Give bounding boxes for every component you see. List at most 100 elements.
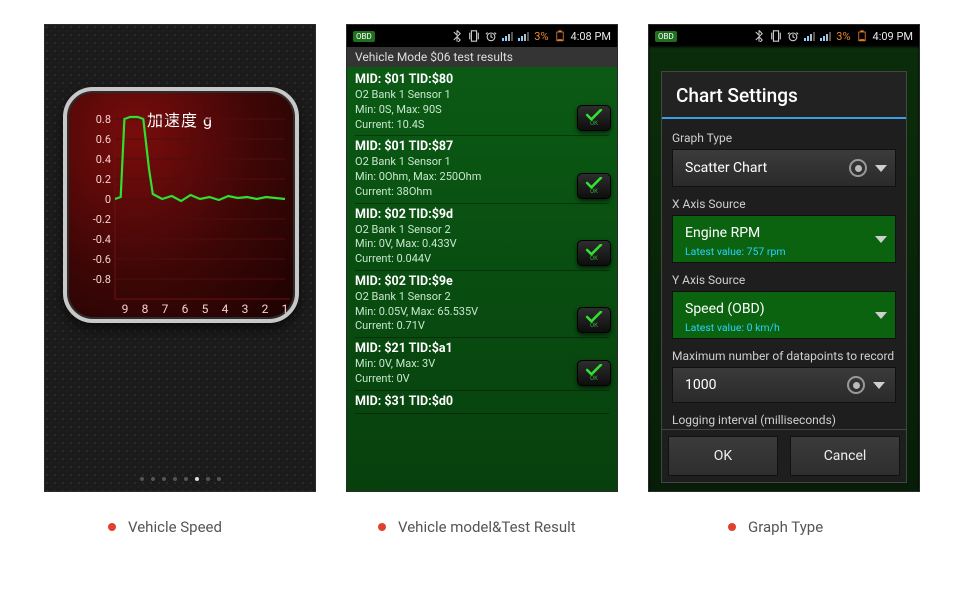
test-result-item[interactable]: MID: $02 TID:$9dO2 Bank 1 Sensor 2Min: 0… <box>355 204 609 271</box>
test-result-sensor: O2 Bank 1 Sensor 1 <box>355 155 609 169</box>
status-bar: OBD 3% 4:09 PM <box>649 25 919 47</box>
caption-graph-type: Graph Type <box>728 518 823 536</box>
test-result-current: Current: 0.044V <box>355 252 609 266</box>
svg-text:4: 4 <box>222 302 229 316</box>
test-result-header: MID: $01 TID:$80 <box>355 72 609 87</box>
test-result-header: MID: $02 TID:$9d <box>355 207 609 222</box>
test-result-current: Current: 38Ohm <box>355 185 609 199</box>
x-axis-latest: Latest value: 757 rpm <box>685 245 786 258</box>
ok-badge: OK <box>577 360 611 386</box>
clock: 4:08 PM <box>571 30 611 43</box>
test-result-header: MID: $31 TID:$d0 <box>355 394 609 409</box>
test-results-list[interactable]: MID: $01 TID:$80O2 Bank 1 Sensor 1Min: 0… <box>347 67 617 414</box>
signal-icon <box>518 31 529 41</box>
svg-text:6: 6 <box>182 302 189 316</box>
test-result-range: Min: 0V, Max: 3V <box>355 357 609 371</box>
chevron-down-icon <box>875 236 887 243</box>
test-result-header: MID: $21 TID:$a1 <box>355 341 609 356</box>
dialog-buttons: OK Cancel <box>662 429 906 482</box>
ok-badge: OK <box>577 105 611 131</box>
log-interval-label: Logging interval (milliseconds) <box>672 413 896 427</box>
bullet-icon <box>378 523 386 531</box>
svg-text:0: 0 <box>105 193 111 206</box>
test-result-range: Min: 0Ohm, Max: 250Ohm <box>355 170 609 184</box>
test-result-header: MID: $02 TID:$9e <box>355 274 609 289</box>
x-axis-select[interactable]: Engine RPM Latest value: 757 rpm <box>672 215 896 263</box>
graph-type-label: Graph Type <box>672 131 896 145</box>
dialog-title: Chart Settings <box>662 72 906 119</box>
test-result-range: Min: 0.05V, Max: 65.535V <box>355 305 609 319</box>
test-result-sensor: O2 Bank 1 Sensor 2 <box>355 223 609 237</box>
x-axis-value: Engine RPM <box>685 225 875 241</box>
graph-type-select[interactable]: Scatter Chart <box>672 149 896 187</box>
bluetooth-icon <box>451 30 463 42</box>
svg-text:7: 7 <box>162 302 169 316</box>
radio-icon <box>849 159 867 177</box>
alarm-icon <box>485 30 497 42</box>
bluetooth-icon <box>753 30 765 42</box>
svg-text:2: 2 <box>262 302 269 316</box>
clock: 4:09 PM <box>873 30 913 43</box>
phone-test-results: OBD 3% 4:08 PM Vehic <box>346 24 618 492</box>
obd-badge-icon: OBD <box>353 31 375 42</box>
obd-badge-icon: OBD <box>655 31 677 42</box>
page-indicator[interactable] <box>45 477 315 481</box>
svg-text:8: 8 <box>142 302 149 316</box>
svg-text:-0.2: -0.2 <box>93 213 111 226</box>
max-points-input[interactable]: 1000 <box>672 367 896 403</box>
vibrate-icon <box>770 30 782 42</box>
max-points-label: Maximum number of datapoints to record <box>672 349 896 363</box>
y-axis-select[interactable]: Speed (OBD) Latest value: 0 km/h <box>672 291 896 339</box>
test-result-current: Current: 10.4S <box>355 118 609 132</box>
svg-text:-0.6: -0.6 <box>93 253 111 266</box>
chart-settings-dialog: Chart Settings Graph Type Scatter Chart … <box>661 71 907 483</box>
ok-badge: OK <box>577 240 611 266</box>
cancel-button[interactable]: Cancel <box>790 436 900 476</box>
test-result-item[interactable]: MID: $31 TID:$d0 <box>355 391 609 414</box>
bullet-icon <box>728 523 736 531</box>
vibrate-icon <box>468 30 480 42</box>
test-result-sensor: O2 Bank 1 Sensor 1 <box>355 88 609 102</box>
chevron-down-icon <box>875 312 887 319</box>
battery-icon <box>856 30 868 42</box>
y-axis-value: Speed (OBD) <box>685 301 875 317</box>
acceleration-chart: 0.8 0.6 0.4 0.2 0 -0.2 -0.4 -0.6 -0.8 9 … <box>75 99 295 319</box>
vehicle-speed-screen: 加速度 g <box>45 25 315 491</box>
signal-icon <box>820 31 831 41</box>
svg-text:1: 1 <box>282 302 289 316</box>
phone-vehicle-speed: 加速度 g <box>44 24 316 492</box>
max-points-value: 1000 <box>685 377 847 393</box>
acceleration-gauge-panel[interactable]: 加速度 g <box>63 87 299 323</box>
x-axis-label: X Axis Source <box>672 197 896 211</box>
svg-text:5: 5 <box>202 302 209 316</box>
alarm-icon <box>787 30 799 42</box>
test-result-item[interactable]: MID: $01 TID:$87O2 Bank 1 Sensor 1Min: 0… <box>355 136 609 203</box>
svg-text:0.8: 0.8 <box>96 113 111 126</box>
graph-type-value: Scatter Chart <box>685 160 849 176</box>
ok-button[interactable]: OK <box>668 436 778 476</box>
status-bar: OBD 3% 4:08 PM <box>347 25 617 47</box>
battery-level: 3% <box>534 30 548 43</box>
ok-badge: OK <box>577 173 611 199</box>
svg-text:0.4: 0.4 <box>96 153 111 166</box>
test-result-item[interactable]: MID: $01 TID:$80O2 Bank 1 Sensor 1Min: 0… <box>355 69 609 136</box>
bullet-icon <box>108 523 116 531</box>
svg-text:0.6: 0.6 <box>96 133 111 146</box>
svg-text:-0.8: -0.8 <box>93 273 111 286</box>
chevron-down-icon <box>875 165 887 172</box>
svg-text:0.2: 0.2 <box>96 173 111 186</box>
svg-text:9: 9 <box>122 302 129 316</box>
test-result-sensor: O2 Bank 1 Sensor 2 <box>355 290 609 304</box>
battery-icon <box>554 30 566 42</box>
test-result-current: Current: 0V <box>355 372 609 386</box>
ok-badge: OK <box>577 307 611 333</box>
signal-icon <box>804 31 815 41</box>
caption-test-result: Vehicle model&Test Result <box>378 518 576 536</box>
test-result-item[interactable]: MID: $02 TID:$9eO2 Bank 1 Sensor 2Min: 0… <box>355 271 609 338</box>
test-result-item[interactable]: MID: $21 TID:$a1Min: 0V, Max: 3VCurrent:… <box>355 338 609 391</box>
y-axis-latest: Latest value: 0 km/h <box>685 321 780 334</box>
test-result-range: Min: 0S, Max: 90S <box>355 103 609 117</box>
svg-text:-0.4: -0.4 <box>93 233 111 246</box>
y-axis-label: Y Axis Source <box>672 273 896 287</box>
battery-level: 3% <box>836 30 850 43</box>
